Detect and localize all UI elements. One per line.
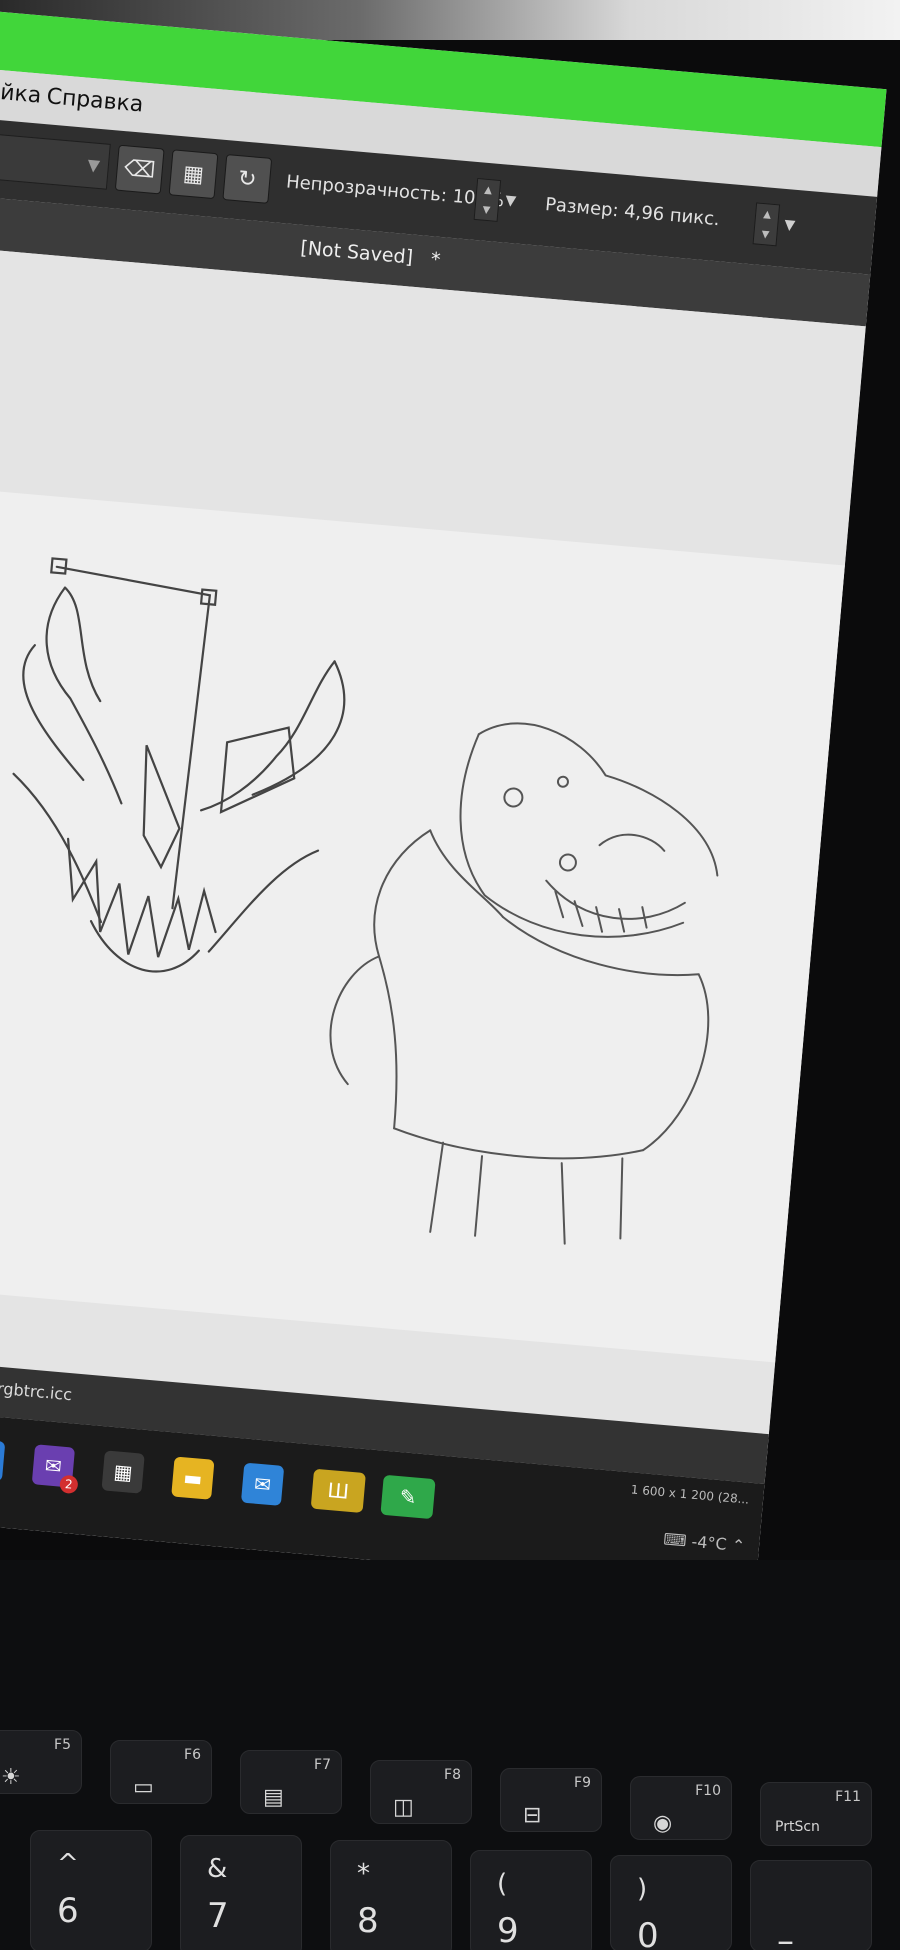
mail-icon[interactable]: ✉	[240, 1462, 285, 1506]
key-shift-label: &	[207, 1854, 228, 1884]
demon-skull-sketch	[12, 557, 346, 973]
key-0[interactable]: ) 0	[610, 1855, 732, 1950]
notification-badge: 2	[59, 1474, 79, 1495]
key-shift-label: ^	[57, 1849, 79, 1879]
chevron-down-icon: ▼	[86, 155, 101, 176]
key-label: F8	[444, 1767, 461, 1783]
temperature: -4°C	[690, 1531, 728, 1554]
key-6[interactable]: ^ 6	[30, 1830, 152, 1950]
canvas-dimensions: 1 600 x 1 200 (28...	[630, 1482, 750, 1507]
key-f8[interactable]: F8 ◫	[370, 1760, 472, 1824]
mute-display-icon: ▤	[263, 1785, 284, 1810]
key-9[interactable]: ( 9	[470, 1850, 592, 1950]
key-main-label: 6	[57, 1891, 79, 1931]
system-tray: 1 600 x 1 200 (28... ⌨ -4°C ⌃	[626, 1482, 750, 1555]
store-icon[interactable]: ▦	[101, 1450, 145, 1494]
unsaved-marker: *	[429, 248, 442, 272]
folder-icon[interactable]: ▬	[171, 1456, 215, 1500]
chevron-down-icon[interactable]: ▼	[784, 217, 796, 234]
key-f9[interactable]: F9 ⊟	[500, 1768, 602, 1832]
key-main-label: 7	[207, 1896, 229, 1936]
opacity-spinner[interactable]: ▲ ▼	[473, 177, 502, 222]
character-sketch	[329, 722, 719, 1245]
key-minus[interactable]: –	[750, 1860, 872, 1950]
size-label: Размер: 4,96 пикс.	[544, 194, 721, 231]
laptop-screen: ройка Справка ▼ ⌫ ▦ ↻ Непрозрачность: 10…	[0, 10, 887, 1594]
key-f5[interactable]: F5 ☀	[0, 1730, 82, 1794]
app-letter: Ш	[326, 1477, 350, 1504]
key-shift-label: *	[357, 1859, 370, 1889]
brush-preset-combo[interactable]: ▼	[0, 132, 111, 190]
size-spinner[interactable]: ▲ ▼	[752, 202, 781, 247]
key-label: F10	[695, 1783, 721, 1799]
key-main-label: 8	[357, 1901, 379, 1941]
key-shift-label: )	[637, 1874, 648, 1904]
key-f6[interactable]: F6 ▭	[110, 1740, 212, 1804]
key-main-label: 0	[637, 1916, 659, 1950]
chevron-up-icon[interactable]: ⌃	[731, 1535, 746, 1555]
document-tab[interactable]: [Not Saved] *	[300, 237, 442, 271]
key-f11[interactable]: F11 PrtScn	[760, 1782, 872, 1846]
brightness-icon: ☀	[1, 1765, 21, 1790]
keyboard-light-icon: ◉	[653, 1811, 673, 1836]
eraser-icon[interactable]: ⌫	[114, 144, 165, 195]
menu-help[interactable]: Справка	[46, 84, 145, 117]
display-icon: ▭	[133, 1775, 154, 1800]
prtscn-label: PrtScn	[775, 1819, 820, 1835]
photo-scene: ройка Справка ▼ ⌫ ▦ ↻ Непрозрачность: 10…	[0, 0, 900, 1950]
weather-widget[interactable]: ⌨ -4°C ⌃	[626, 1526, 746, 1555]
key-label: F9	[574, 1775, 591, 1791]
camera-icon: ⊟	[523, 1803, 542, 1828]
key-label: F6	[184, 1747, 201, 1763]
canvas-area[interactable]	[0, 247, 866, 1435]
key-8[interactable]: * 8	[330, 1840, 452, 1950]
drawing-canvas[interactable]	[0, 489, 845, 1363]
krita-icon[interactable]: ✎	[380, 1474, 436, 1520]
key-f7[interactable]: F7 ▤	[240, 1750, 342, 1814]
key-label: F5	[54, 1737, 71, 1753]
reset-icon[interactable]: ↻	[222, 154, 273, 204]
sketch-drawing	[12, 557, 719, 1245]
messenger-icon[interactable]: ✉ 2	[31, 1444, 79, 1495]
key-f10[interactable]: F10 ◉	[630, 1776, 732, 1840]
keyboard-icon[interactable]: ⌨	[663, 1529, 688, 1550]
document-title: [Not Saved]	[299, 236, 414, 269]
color-profile-label: sRGB-elle-V2-srgbtrc.icc	[0, 1368, 73, 1405]
opacity-label: Непрозрачность: 100%	[285, 171, 505, 212]
app-yellow-icon[interactable]: Ш	[310, 1468, 366, 1514]
menu-settings[interactable]: ройка	[0, 78, 42, 109]
key-main-label: 9	[497, 1911, 519, 1950]
chevron-down-icon[interactable]: ▼	[505, 193, 517, 210]
key-label: F7	[314, 1757, 331, 1773]
transparency-icon[interactable]: ▦	[168, 149, 219, 200]
key-label: F11	[835, 1789, 861, 1805]
airplane-icon: ◫	[393, 1795, 414, 1820]
laptop-keyboard: F5 ☀ F6 ▭ F7 ▤ F8 ◫ F9 ⊟ F10 ◉ F11 PrtSc…	[0, 1560, 900, 1950]
key-shift-label: (	[497, 1869, 508, 1899]
key-7[interactable]: & 7	[180, 1835, 302, 1950]
app-blue-icon[interactable]: ▣	[0, 1438, 6, 1482]
key-main-label: –	[777, 1921, 794, 1950]
